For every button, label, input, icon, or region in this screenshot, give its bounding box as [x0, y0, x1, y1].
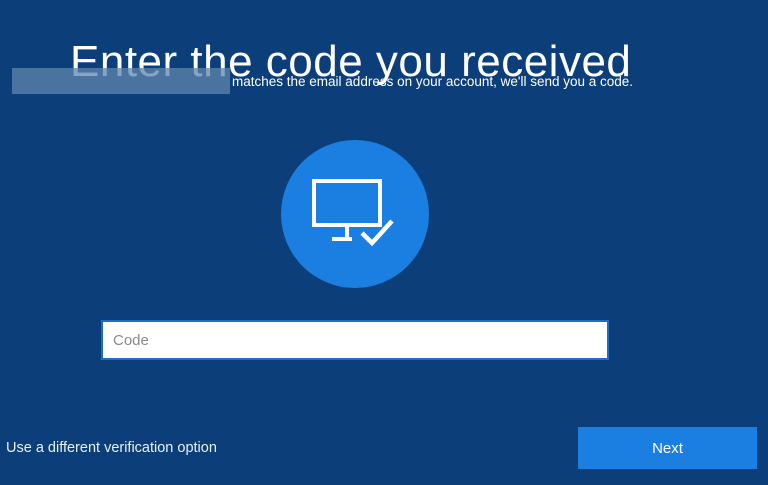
instruction-text: matches the email address on your accoun…	[232, 73, 634, 89]
next-button[interactable]: Next	[578, 427, 757, 469]
code-input[interactable]	[101, 320, 609, 360]
redacted-email-block	[12, 68, 230, 94]
monitor-check-icon	[312, 179, 394, 247]
verification-illustration	[281, 140, 429, 288]
instruction-row: matches the email address on your accoun…	[12, 68, 633, 94]
different-verification-option-link[interactable]: Use a different verification option	[6, 440, 217, 456]
